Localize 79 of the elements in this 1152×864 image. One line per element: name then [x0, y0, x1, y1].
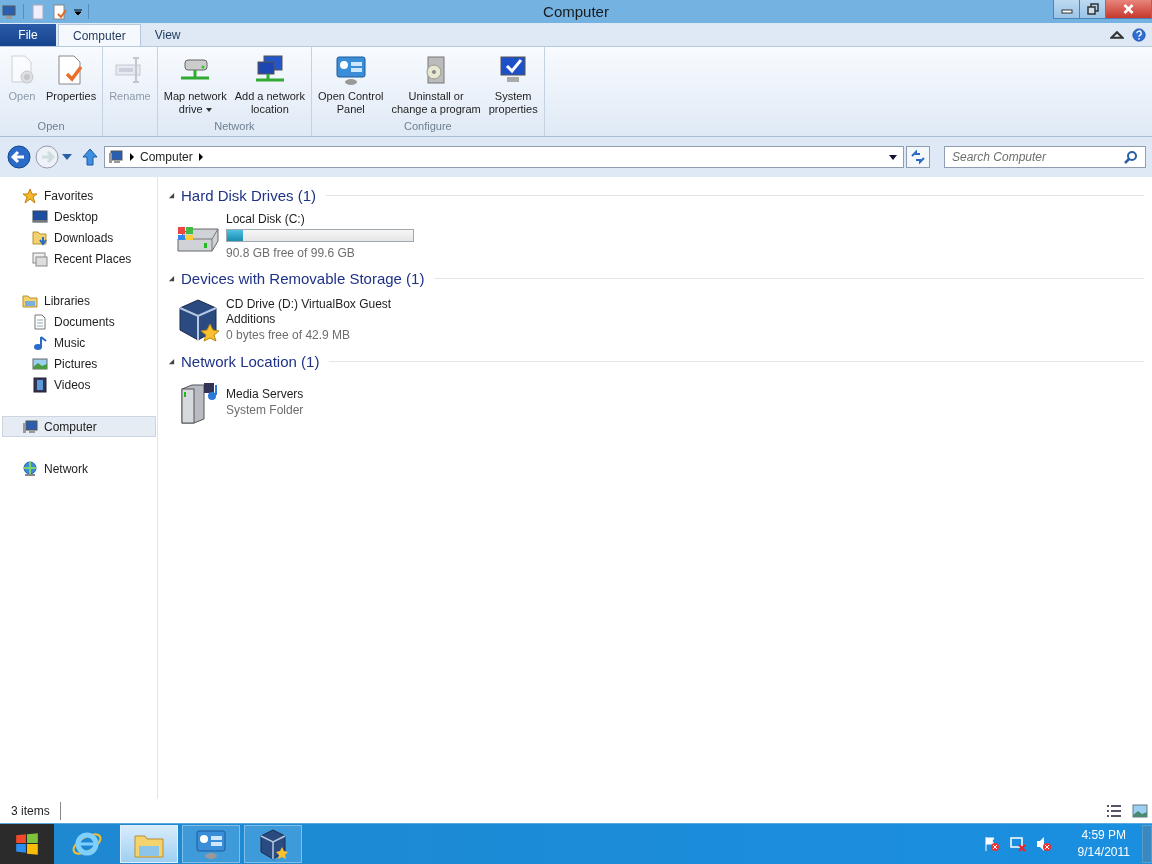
network-error-icon[interactable]: [1009, 836, 1026, 852]
item-count: 3 items: [11, 804, 50, 818]
search-icon[interactable]: [1124, 150, 1138, 164]
control-panel-icon: [195, 828, 227, 860]
drive-name[interactable]: CD Drive (D:) VirtualBox Guest Additions: [226, 296, 416, 327]
group-label: Open: [37, 120, 65, 132]
ribbon-tab[interactable]: File: [0, 24, 56, 46]
chevron-icon[interactable]: [198, 153, 203, 161]
expand-toggle-icon[interactable]: [168, 357, 175, 365]
ribbon-button[interactable]: Properties: [43, 47, 100, 120]
windows-logo-icon: [14, 831, 40, 857]
speaker-muted-icon[interactable]: [1035, 836, 1052, 852]
restore-button[interactable]: [1080, 0, 1106, 18]
ribbon-button[interactable]: Open Control Panel: [315, 47, 387, 120]
drive-detail: 90.8 GB free of 99.6 GB: [226, 245, 356, 261]
computer-icon: [22, 418, 38, 435]
recent-pages-icon[interactable]: [62, 154, 72, 160]
group-heading: Hard Disk Drives (1): [181, 186, 316, 204]
nav-item[interactable]: Computer: [2, 416, 156, 437]
drive-name[interactable]: Local Disk (C:): [226, 212, 416, 227]
address-field[interactable]: Computer: [104, 146, 904, 168]
chevron-icon[interactable]: [130, 153, 134, 161]
recent-places-icon: [32, 250, 48, 267]
downloads-folder-icon: [32, 229, 48, 246]
nav-item[interactable]: Downloads: [2, 227, 156, 248]
nav-item[interactable]: Documents: [2, 311, 156, 332]
close-icon: [1122, 3, 1135, 15]
drive-name[interactable]: Media Servers: [226, 387, 416, 402]
ribbon-button[interactable]: Add a network location: [231, 47, 309, 120]
cube-with-star-icon: [257, 828, 289, 860]
nav-item[interactable]: Libraries: [2, 290, 156, 311]
dropdown-icon[interactable]: [889, 154, 897, 160]
nav-item[interactable]: Desktop: [2, 206, 156, 227]
nav-item[interactable]: Pictures: [2, 353, 156, 374]
group-label: Network: [214, 120, 255, 132]
ribbon-button[interactable]: Map network drive: [160, 47, 230, 120]
nav-item[interactable]: Videos: [2, 374, 156, 395]
restore-icon: [1086, 3, 1099, 15]
document-icon: [32, 313, 48, 330]
nav-item[interactable]: Recent Places: [2, 248, 156, 269]
nav-item[interactable]: Network: [2, 458, 156, 479]
nav-item[interactable]: Music: [2, 332, 156, 353]
details-view-icon[interactable]: [1106, 804, 1122, 818]
nav-item[interactable]: Favorites: [2, 185, 156, 206]
close-button[interactable]: [1106, 0, 1151, 18]
folder-icon: [22, 292, 38, 309]
control-panel-icon: [334, 54, 367, 86]
ribbon-tab[interactable]: View: [140, 24, 195, 46]
star-icon: [22, 187, 38, 204]
refresh-icon: [910, 149, 926, 165]
globe-icon: [22, 460, 38, 477]
expand-toggle-icon[interactable]: [168, 191, 175, 199]
breadcrumb[interactable]: Computer: [140, 150, 193, 164]
picture-icon: [32, 355, 48, 372]
help-icon[interactable]: [1132, 27, 1146, 42]
film-icon: [32, 376, 48, 393]
drive-detail: 0 bytes free of 42.9 MB: [226, 326, 352, 343]
window-title: Computer: [542, 3, 610, 20]
ribbon-button[interactable]: System properties: [485, 47, 541, 120]
computer-icon[interactable]: [1, 3, 17, 20]
group-heading: Network Location (1): [181, 352, 320, 370]
expand-toggle-icon[interactable]: [168, 274, 175, 282]
ribbon-tab[interactable]: Computer: [58, 24, 141, 46]
flag-error-icon[interactable]: [983, 836, 1000, 852]
up-arrow-icon[interactable]: [82, 148, 98, 166]
group-heading: Devices with Removable Storage (1): [181, 269, 425, 287]
back-button[interactable]: [6, 144, 32, 170]
caret-icon: [205, 107, 212, 112]
ribbon-button[interactable]: Uninstall or change a program: [388, 47, 484, 120]
start-button[interactable]: [0, 824, 54, 864]
computer-icon: [108, 149, 124, 165]
dropdown-icon[interactable]: [74, 7, 82, 16]
properties-icon[interactable]: [52, 3, 68, 20]
search-field[interactable]: Search Computer: [944, 146, 1146, 168]
music-note-icon: [32, 334, 48, 351]
desktop-icon: [32, 208, 48, 225]
drive-detail: System Folder: [226, 402, 305, 418]
refresh-button[interactable]: [906, 146, 930, 168]
group-label: Configure: [404, 120, 452, 132]
